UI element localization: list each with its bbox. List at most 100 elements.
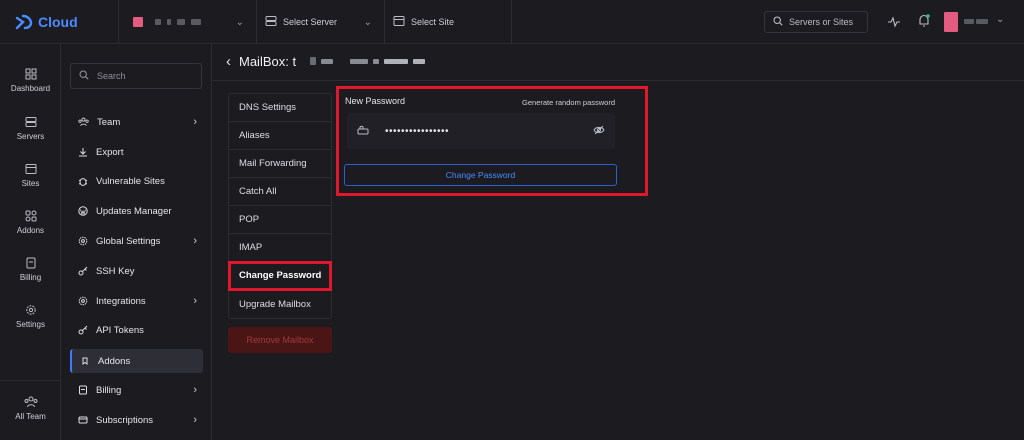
wordpress-icon [78,206,88,216]
site-select-label: Select Site [411,17,455,27]
logo-mark-icon [14,12,34,32]
rail-item-all-team[interactable]: All Team [0,396,61,421]
mailbox-nav-upgrade-mailbox[interactable]: Upgrade Mailbox [229,290,331,318]
mailbox-nav: DNS Settings Aliases Mail Forwarding Cat… [228,93,332,319]
settings-icon [25,305,36,315]
mailbox-nav-imap[interactable]: IMAP [229,234,331,262]
password-lock-icon [357,125,369,138]
chevron-down-icon: ⌄ [363,16,372,28]
sidebar-item-global-settings[interactable]: Global Settings › [70,229,203,253]
mailbox-nav-pop[interactable]: POP [229,206,331,234]
team-avatar [133,17,143,27]
top-search-placeholder: Servers or Sites [789,17,854,27]
sidebar-item-label: Vulnerable Sites [96,175,165,187]
chevron-down-icon[interactable]: ⌄ [996,14,1004,25]
sidebar-item-addons[interactable]: Addons [70,349,203,373]
sites-icon [25,164,36,174]
sidebar-item-label: Subscriptions [96,414,154,426]
sidebar-item-label: SSH Key [96,265,135,277]
server-select[interactable]: Select Server ⌄ [256,0,384,44]
back-arrow-icon[interactable]: ‹ [226,53,231,70]
rail-label: Dashboard [10,84,51,93]
generate-password-link[interactable]: Generate random password [522,98,615,107]
activity-icon[interactable] [888,16,900,31]
rail-item-billing[interactable]: Billing [0,257,61,282]
token-icon [78,325,88,335]
mailbox-nav-catch-all[interactable]: Catch All [229,178,331,206]
addons-icon [82,357,88,365]
sidebar-item-integrations[interactable]: Integrations › [70,289,203,313]
search-icon [773,16,783,28]
new-password-value: •••••••••••••••• [385,125,450,137]
rail-item-settings[interactable]: Settings [0,304,61,329]
rail-label: Addons [16,226,45,235]
chevron-right-icon: › [193,116,197,128]
mailbox-nav-mail-forwarding[interactable]: Mail Forwarding [229,150,331,178]
page-title: ‹ MailBox: t [226,52,426,70]
change-password-panel: New Password Generate random password ••… [336,86,648,196]
subscriptions-icon [78,416,88,424]
integrations-icon [78,296,88,306]
notification-bell-icon[interactable] [918,14,930,31]
mailbox-nav-change-password[interactable]: Change Password [228,261,332,291]
chevron-down-icon: ⌄ [235,16,244,28]
sidebar-item-updates-manager[interactable]: Updates Manager [70,199,203,223]
rail-item-servers[interactable]: Servers [0,116,61,141]
new-password-label: New Password [345,96,406,106]
sidebar-item-vulnerable-sites[interactable]: Vulnerable Sites [70,169,203,193]
server-icon [265,15,277,30]
new-password-field[interactable]: •••••••••••••••• [347,113,615,149]
settings-sidebar: Search Team › Export Vulnerable Sites Up… [61,44,212,440]
team-icon [24,396,37,408]
rail-label: All Team [15,412,46,421]
user-name-redacted [964,19,988,24]
rail-item-addons[interactable]: Addons [0,210,61,235]
sidebar-item-label: Global Settings [96,235,161,247]
servers-icon [25,117,36,127]
rail-label: Billing [19,273,42,282]
sidebar-search-input[interactable]: Search [70,63,202,89]
sidebar-search-placeholder: Search [97,71,126,81]
search-icon [79,70,89,82]
sidebar-item-label: Billing [96,384,122,396]
sidebar-item-label: Integrations [96,295,146,307]
sidebar-item-label: Export [96,146,124,158]
rail-label: Servers [16,132,45,141]
page-title-text: MailBox: t [239,53,297,69]
chevron-right-icon: › [193,295,197,307]
rail-item-sites[interactable]: Sites [0,163,61,188]
app-logo[interactable]: Cloud [14,12,78,32]
sidebar-item-label: Addons [98,355,131,367]
sidebar-item-label: Team [97,116,121,128]
chevron-right-icon: › [193,414,197,426]
billing-icon [79,385,87,395]
team-icon [78,117,89,127]
sidebar-item-api-tokens[interactable]: API Tokens [70,318,203,342]
billing-icon [26,257,35,269]
sidebar-item-subscriptions[interactable]: Subscriptions › [70,408,203,432]
rail-item-dashboard[interactable]: Dashboard [0,68,61,93]
top-search-input[interactable]: Servers or Sites [764,11,868,33]
mailbox-nav-dns-settings[interactable]: DNS Settings [229,94,331,122]
chevron-right-icon: › [193,384,197,396]
mailbox-nav-aliases[interactable]: Aliases [229,122,331,150]
icon-rail: Dashboard Servers Sites Addons Billing S… [0,44,61,440]
mailbox-address-redacted [310,57,426,65]
key-icon [78,266,88,276]
sidebar-item-label: API Tokens [96,324,144,336]
site-select[interactable]: Select Site [384,0,512,44]
sidebar-item-export[interactable]: Export [70,140,203,164]
sidebar-item-team[interactable]: Team › [70,110,203,134]
change-password-button[interactable]: Change Password [344,164,617,186]
bug-icon [78,178,88,186]
team-select[interactable]: ⌄ [118,0,256,44]
dashboard-icon [25,68,36,80]
sidebar-item-billing[interactable]: Billing › [70,378,203,402]
sidebar-item-ssh-key[interactable]: SSH Key [70,259,203,283]
server-select-label: Select Server [283,17,338,27]
remove-mailbox-button[interactable]: Remove Mailbox [228,327,332,353]
user-avatar[interactable] [944,12,958,32]
top-bar: Cloud ⌄ Select Server ⌄ Select Site Serv… [0,0,1024,44]
eye-off-icon[interactable] [593,125,605,138]
app-name: Cloud [38,14,78,30]
